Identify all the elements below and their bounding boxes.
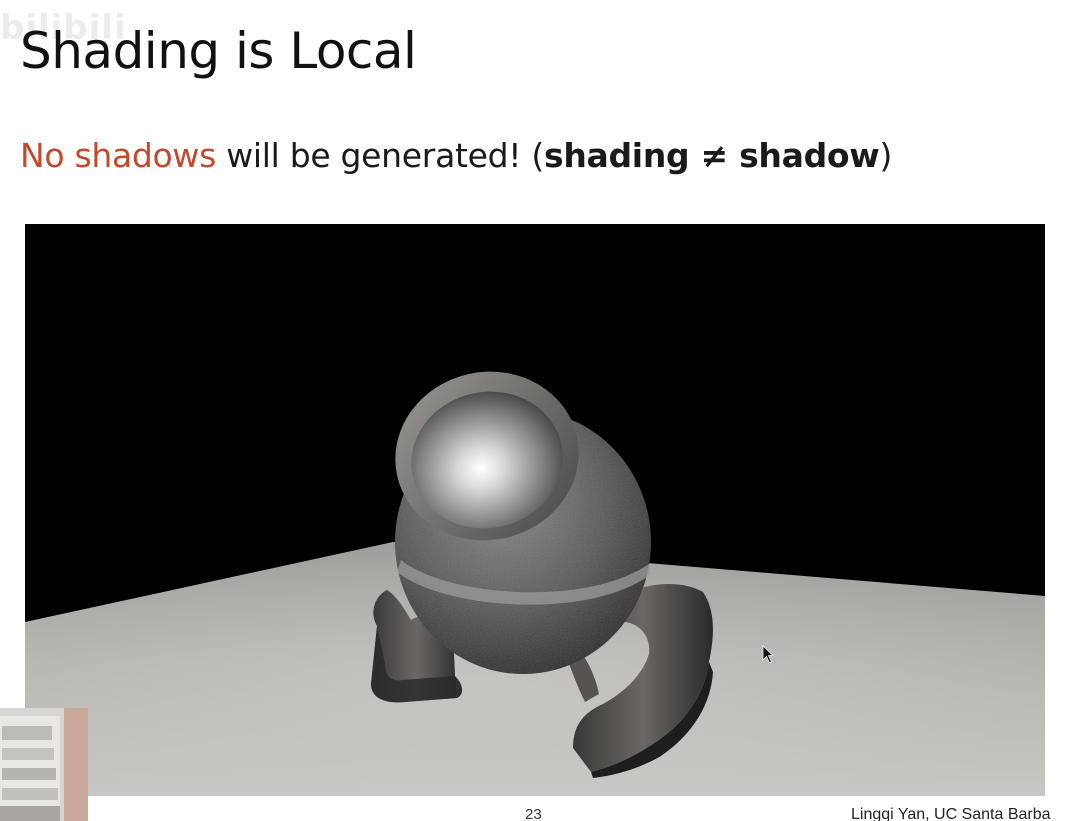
subtitle-bold: shading ≠ shadow bbox=[543, 136, 880, 175]
author-credit: Lingqi Yan, UC Santa Barba bbox=[851, 806, 1051, 821]
slide-title: Shading is Local bbox=[20, 22, 417, 80]
presenter-video-thumbnail bbox=[0, 708, 88, 821]
page-number: 23 bbox=[525, 806, 542, 821]
slide: bilibili Shading is Local No shadows wil… bbox=[0, 0, 1071, 821]
slide-subtitle: No shadows will be generated! (shading ≠… bbox=[20, 136, 892, 175]
subtitle-close: ) bbox=[879, 136, 893, 175]
subtitle-highlight: No shadows bbox=[20, 136, 217, 175]
subtitle-text: will be generated! ( bbox=[216, 136, 544, 175]
rendered-material-ball-image bbox=[25, 224, 1045, 796]
